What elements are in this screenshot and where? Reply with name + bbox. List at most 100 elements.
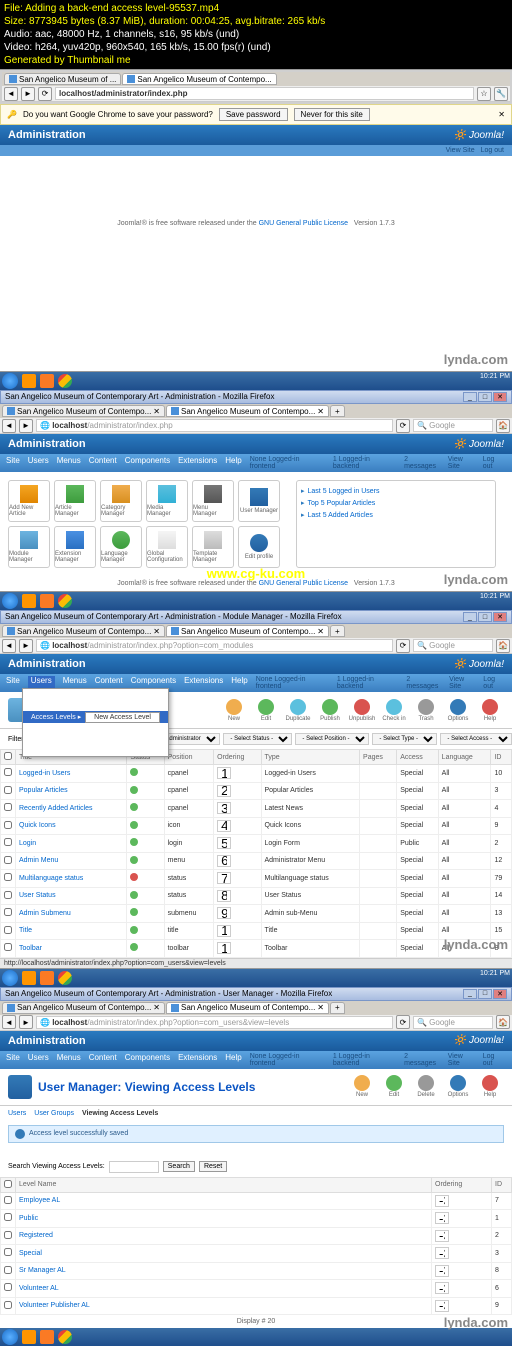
never-password-button[interactable]: Never for this site (294, 108, 370, 121)
col-pages[interactable]: Pages (360, 750, 397, 765)
select-type[interactable]: - Select Type - (372, 733, 437, 745)
menu-site[interactable]: Site (6, 1053, 20, 1067)
row-checkbox[interactable] (4, 1231, 12, 1239)
maximize-button[interactable]: □ (478, 612, 492, 622)
subnav-levels[interactable]: Viewing Access Levels (82, 1110, 158, 1117)
status-icon[interactable] (130, 891, 138, 899)
minimize-button[interactable]: _ (463, 392, 477, 402)
row-checkbox[interactable] (4, 821, 12, 829)
last5-added[interactable]: ▸Last 5 Added Articles (301, 509, 491, 521)
row-checkbox[interactable] (4, 838, 12, 846)
new-tab-button[interactable]: + (330, 625, 345, 637)
tab-1[interactable]: San Angelico Museum of Contempo... ✕ (2, 405, 165, 417)
media-manager-icon[interactable]: Media Manager (146, 480, 188, 522)
module-link[interactable]: Popular Articles (19, 787, 68, 794)
back-button[interactable]: ◄ (4, 87, 18, 101)
back-button[interactable]: ◄ (2, 419, 16, 433)
firefox-taskbar-icon[interactable] (22, 1330, 36, 1344)
display-count[interactable]: Display # 20 (237, 1318, 276, 1325)
order-input[interactable] (217, 925, 231, 937)
start-button[interactable] (2, 373, 18, 389)
dd-user-notes[interactable]: User Notes (23, 723, 168, 734)
menu-menus[interactable]: Menus (57, 456, 81, 470)
module-link[interactable]: User Status (19, 892, 56, 899)
col-position[interactable]: Position (164, 750, 214, 765)
start-button[interactable] (2, 1329, 18, 1345)
level-link[interactable]: Volunteer AL (19, 1285, 59, 1292)
status-icon[interactable] (130, 821, 138, 829)
checkin-button[interactable]: Check in (380, 699, 408, 722)
menu-components[interactable]: Components (125, 1053, 170, 1067)
row-checkbox[interactable] (4, 943, 12, 951)
menu-manager-icon[interactable]: Menu Manager (192, 480, 234, 522)
row-checkbox[interactable] (4, 1213, 12, 1221)
home-button[interactable]: 🏠 (496, 1015, 510, 1029)
view-site-link[interactable]: View Site (448, 1053, 477, 1067)
tab-2[interactable]: San Angelico Museum of Contempo... (122, 73, 276, 85)
status-icon[interactable] (130, 943, 138, 951)
menu-content[interactable]: Content (89, 1053, 117, 1067)
edit-button[interactable]: Edit (380, 1075, 408, 1098)
col-name[interactable]: Level Name (16, 1177, 432, 1192)
subnav-users[interactable]: Users (8, 1110, 26, 1117)
url-input[interactable]: 🌐 localhost/administrator/index.php?opti… (36, 639, 393, 652)
order-input[interactable] (435, 1300, 449, 1312)
select-access[interactable]: - Select Access - (440, 733, 512, 745)
level-link[interactable]: Public (19, 1215, 38, 1222)
help-button[interactable]: Help (476, 1075, 504, 1098)
row-checkbox[interactable] (4, 926, 12, 934)
category-manager-icon[interactable]: Category Manager (100, 480, 142, 522)
module-link[interactable]: Login (19, 840, 36, 847)
logout-link[interactable]: Log out (481, 147, 504, 154)
row-checkbox[interactable] (4, 856, 12, 864)
menu-components[interactable]: Components (125, 456, 170, 470)
user-manager-icon[interactable]: User Manager (238, 480, 280, 522)
publish-button[interactable]: Publish (316, 699, 344, 722)
language-manager-icon[interactable]: Language Manager (100, 526, 142, 568)
chrome-taskbar-icon[interactable] (58, 374, 72, 388)
top5-popular[interactable]: ▸Top 5 Popular Articles (301, 497, 491, 509)
global-config-icon[interactable]: Global Configuration (146, 526, 188, 568)
close-icon[interactable]: ✕ (498, 110, 505, 119)
unpublish-button[interactable]: Unpublish (348, 699, 376, 722)
level-link[interactable]: Sr Manager AL (19, 1267, 66, 1274)
tab-1[interactable]: San Angelico Museum of Contempo... ✕ (2, 1002, 165, 1014)
dd-access-levels[interactable]: Access Levels ▸ New Access Level (23, 711, 168, 723)
xampp-taskbar-icon[interactable] (40, 594, 54, 608)
forward-button[interactable]: ► (19, 1015, 33, 1029)
new-button[interactable]: New (348, 1075, 376, 1098)
logout-link[interactable]: Log out (483, 676, 506, 690)
template-manager-icon[interactable]: Template Manager (192, 526, 234, 568)
url-input[interactable]: localhost/administrator/index.php (55, 87, 474, 100)
url-input[interactable]: 🌐 localhost/administrator/index.php?opti… (36, 1016, 393, 1029)
chrome-taskbar-icon[interactable] (58, 594, 72, 608)
order-input[interactable] (435, 1265, 449, 1277)
gpl-link[interactable]: GNU General Public License (259, 580, 349, 587)
order-input[interactable] (217, 855, 231, 867)
menu-extensions[interactable]: Extensions (184, 676, 223, 690)
view-site-link[interactable]: View Site (449, 676, 477, 690)
module-link[interactable]: Multilanguage status (19, 875, 83, 882)
order-input[interactable] (435, 1247, 449, 1259)
back-button[interactable]: ◄ (2, 1015, 16, 1029)
menu-site[interactable]: Site (6, 456, 20, 470)
level-link[interactable]: Special (19, 1250, 42, 1257)
level-link[interactable]: Registered (19, 1232, 53, 1239)
level-link[interactable]: Volunteer Publisher AL (19, 1302, 90, 1309)
reset-button[interactable]: Reset (199, 1161, 227, 1172)
order-input[interactable] (217, 907, 231, 919)
back-button[interactable]: ◄ (2, 639, 16, 653)
col-ordering[interactable]: Ordering (214, 750, 261, 765)
col-type[interactable]: Type (261, 750, 360, 765)
menu-help[interactable]: Help (225, 456, 241, 470)
status-icon[interactable] (130, 856, 138, 864)
xampp-taskbar-icon[interactable] (40, 374, 54, 388)
row-checkbox[interactable] (4, 803, 12, 811)
order-input[interactable] (217, 890, 231, 902)
tab-1[interactable]: San Angelico Museum of Contempo... ✕ (2, 625, 165, 637)
view-site-link[interactable]: View Site (446, 147, 475, 154)
messages-count[interactable]: 2 messages (404, 456, 442, 470)
status-icon[interactable] (130, 838, 138, 846)
new-button[interactable]: New (220, 699, 248, 722)
reload-button[interactable]: ⟳ (396, 639, 410, 653)
